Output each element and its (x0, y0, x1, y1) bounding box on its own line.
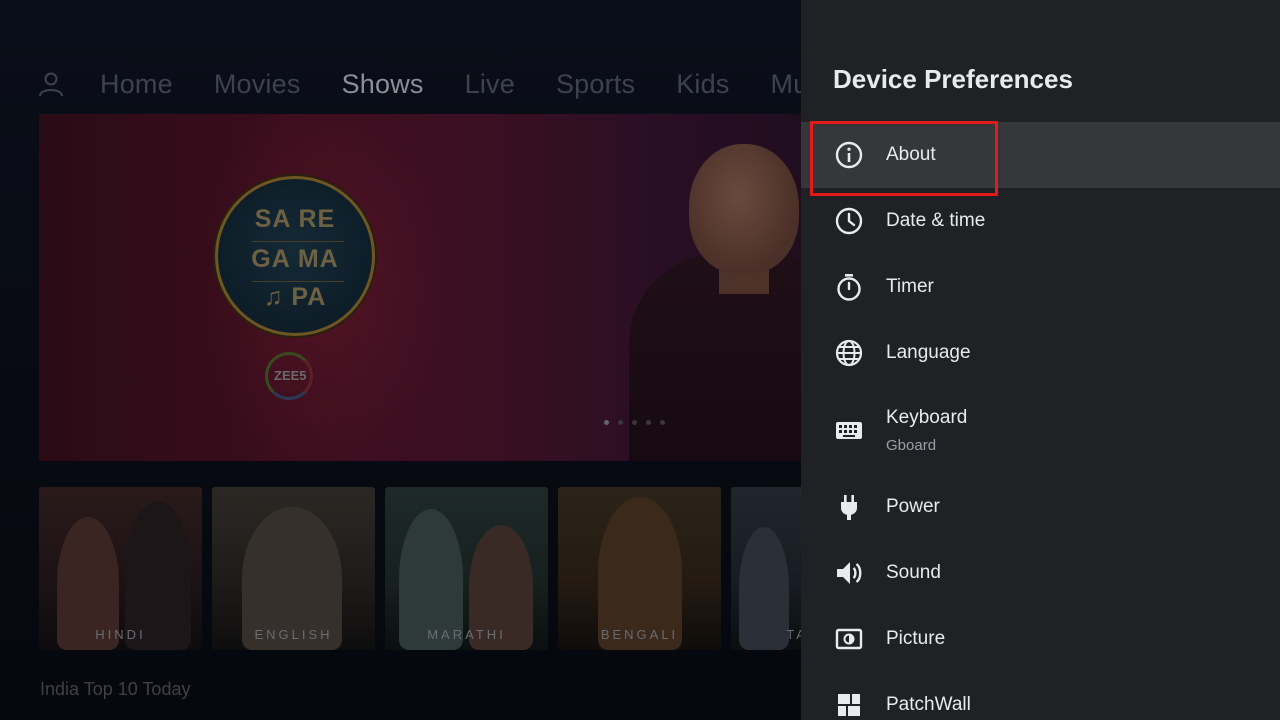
menu-item-text: Power (886, 496, 940, 518)
annotation-highlight-box (810, 121, 998, 196)
globe-icon (834, 338, 864, 368)
menu-item-date-time[interactable]: Date & time (801, 188, 1280, 254)
picture-icon (834, 624, 864, 654)
tile-tamil[interactable]: TAMIL (731, 487, 801, 650)
carousel-dot (604, 420, 609, 425)
menu-item-timer[interactable]: Timer (801, 254, 1280, 320)
carousel-dot (646, 420, 651, 425)
carousel-dot (618, 420, 623, 425)
plug-icon (834, 492, 864, 522)
logo-line-1: SA RE (254, 205, 336, 233)
menu-item-text: Language (886, 342, 971, 364)
zee5-logo: ZEE5 (265, 352, 313, 400)
carousel-dot (632, 420, 637, 425)
menu-item-text: Picture (886, 628, 945, 650)
tile-label: MARATHI (427, 627, 506, 642)
top-navigation: Home Movies Shows Live Sports Kids Music (38, 66, 801, 102)
profile-icon[interactable] (38, 71, 64, 97)
menu-item-label: Date & time (886, 210, 986, 231)
nav-live[interactable]: Live (465, 69, 515, 100)
nav-kids[interactable]: Kids (676, 69, 729, 100)
carousel-dots (604, 420, 665, 425)
menu-item-text: Sound (886, 562, 941, 584)
home-screen-background: Home Movies Shows Live Sports Kids Music… (0, 0, 801, 720)
tile-english[interactable]: ENGLISH (212, 487, 375, 650)
patchwall-icon (834, 690, 864, 720)
host-head (689, 144, 799, 274)
menu-item-keyboard[interactable]: Keyboard Gboard (801, 386, 1280, 474)
device-preferences-panel: Device Preferences About Date & time Tim… (801, 0, 1280, 720)
tile-label: TAMIL (786, 627, 801, 642)
menu-item-text: PatchWall (886, 694, 971, 716)
tile-label: BENGALI (600, 627, 679, 642)
show-logo-badge: SA RE GA MA ♫ PA (215, 176, 375, 336)
menu-item-text: Date & time (886, 210, 985, 232)
carousel-dot (660, 420, 665, 425)
nav-music[interactable]: Music (771, 69, 801, 100)
menu-item-label: Timer (886, 276, 934, 297)
logo-divider (252, 241, 344, 242)
keyboard-icon (834, 415, 864, 445)
nav-movies[interactable]: Movies (214, 69, 301, 100)
menu-item-label: Keyboard (886, 406, 968, 428)
panel-title: Device Preferences (833, 64, 1073, 94)
menu-item-patchwall[interactable]: PatchWall (801, 672, 1280, 720)
speaker-icon (834, 558, 864, 588)
clock-icon (834, 206, 864, 236)
menu-item-label: Sound (886, 562, 941, 583)
menu-item-sound[interactable]: Sound (801, 540, 1280, 606)
tile-marathi[interactable]: MARATHI (385, 487, 548, 650)
menu-item-power[interactable]: Power (801, 474, 1280, 540)
logo-line-3: ♫ PA (263, 283, 327, 311)
logo-divider (252, 281, 344, 282)
section-title: India Top 10 Today (40, 679, 191, 699)
menu-item-label: Power (886, 496, 940, 517)
logo-line-2: GA MA (251, 245, 339, 273)
tile-label: ENGLISH (254, 627, 333, 642)
menu-item-text: Keyboard Gboard (886, 407, 967, 454)
menu-item-text: Timer (886, 276, 934, 298)
nav-sports[interactable]: Sports (556, 69, 635, 100)
timer-icon (834, 272, 864, 302)
nav-shows[interactable]: Shows (342, 69, 424, 100)
menu-item-language[interactable]: Language (801, 320, 1280, 386)
menu-item-label: PatchWall (886, 694, 971, 715)
menu-item-label: Picture (886, 628, 946, 649)
tile-label: HINDI (95, 627, 146, 642)
language-tiles-row: HINDI ENGLISH MARATHI BENGALI TAMIL (39, 487, 801, 650)
hero-banner[interactable]: SA RE GA MA ♫ PA ZEE5 (39, 114, 801, 461)
tile-hindi[interactable]: HINDI (39, 487, 202, 650)
zee5-logo-text: ZEE5 (274, 368, 307, 383)
preferences-menu: About Date & time Timer Language Keyboar… (801, 122, 1280, 720)
menu-item-label: Language (886, 342, 971, 363)
nav-home[interactable]: Home (100, 69, 173, 100)
menu-item-picture[interactable]: Picture (801, 606, 1280, 672)
host-body (629, 254, 801, 461)
menu-item-subtitle: Gboard (886, 436, 937, 454)
tile-bengali[interactable]: BENGALI (558, 487, 721, 650)
screen: Home Movies Shows Live Sports Kids Music… (0, 0, 1280, 720)
hero-host-image (629, 144, 801, 461)
